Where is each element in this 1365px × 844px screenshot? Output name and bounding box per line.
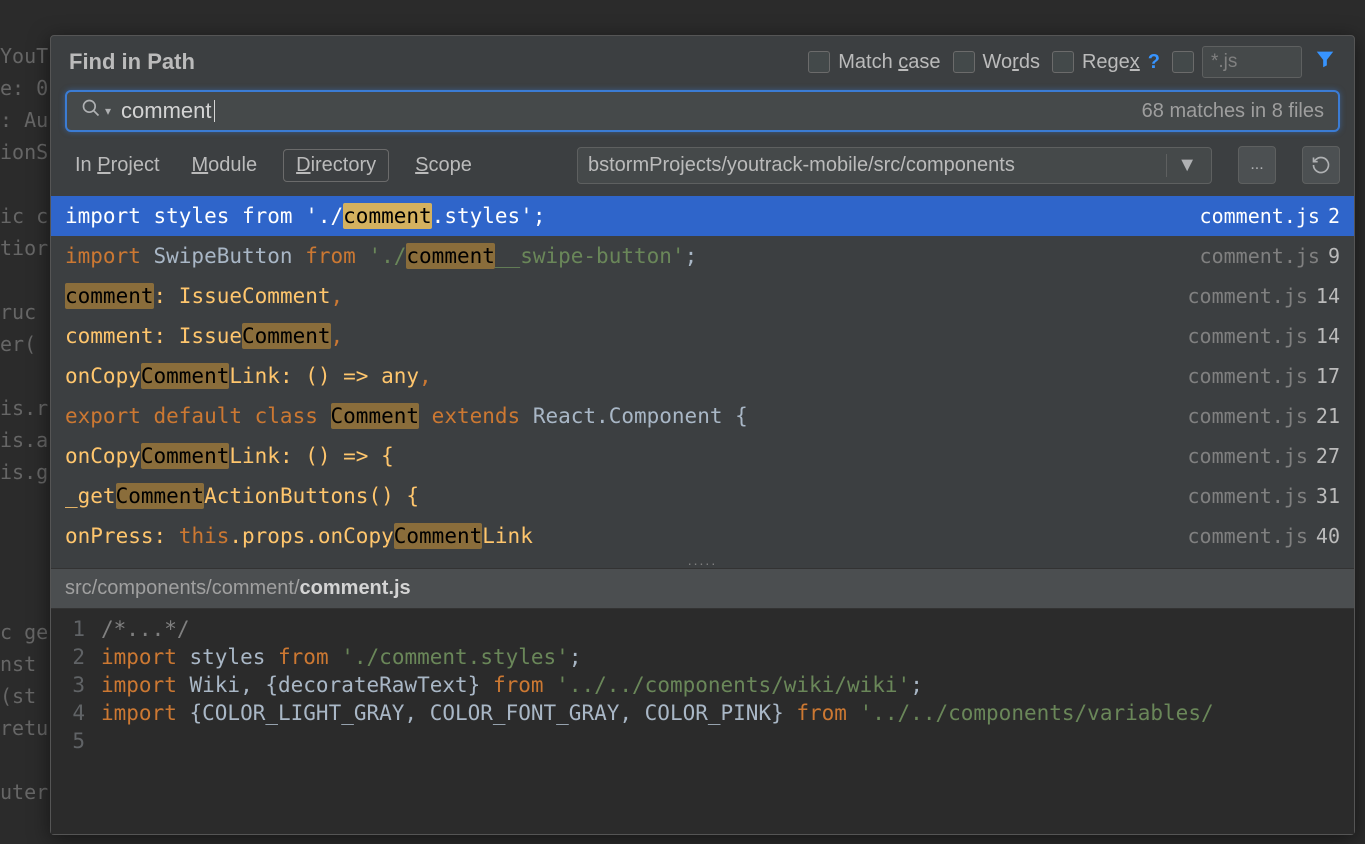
directory-path-text: bstormProjects/youtrack-mobile/src/compo… — [588, 154, 1158, 177]
result-file-location: comment.js21 — [1187, 404, 1340, 428]
regex-label: Regex — [1082, 51, 1140, 74]
regex-option[interactable]: Regex ? — [1052, 51, 1160, 74]
result-row[interactable]: export default class Comment extends Rea… — [51, 396, 1354, 436]
result-list[interactable]: import styles from './comment.styles';co… — [51, 196, 1354, 556]
result-row[interactable]: comment: IssueComment,comment.js14 — [51, 276, 1354, 316]
result-file-location: comment.js14 — [1187, 284, 1340, 308]
result-row[interactable]: onCopyCommentLink: () => any,comment.js1… — [51, 356, 1354, 396]
result-file-location: comment.js40 — [1187, 524, 1340, 548]
result-row[interactable]: onPress: this.props.onCopyCommentLinkcom… — [51, 516, 1354, 556]
editor-background: YouTe: 0: AuionS ic ctior rucer( is.ris.… — [0, 0, 50, 808]
preview-line: 5 — [51, 727, 1354, 755]
file-mask-option[interactable]: *.js — [1172, 46, 1302, 78]
result-row[interactable]: onCopyCommentLink: () => {comment.js27 — [51, 436, 1354, 476]
search-history-dropdown[interactable]: ▾ — [105, 104, 111, 118]
result-row[interactable]: import SwipeButton from './comment__swip… — [51, 236, 1354, 276]
result-file-location: comment.js27 — [1187, 444, 1340, 468]
preview-line: 1/*...*/ — [51, 615, 1354, 643]
search-input-text[interactable]: comment — [121, 98, 211, 124]
scope-tab-module[interactable]: Module — [186, 150, 264, 181]
search-box[interactable]: ▾ comment 68 matches in 8 files — [65, 90, 1340, 132]
search-icon — [81, 98, 101, 124]
words-label: Words — [983, 51, 1040, 74]
regex-checkbox[interactable] — [1052, 51, 1074, 73]
file-path-name: comment.js — [300, 577, 411, 599]
directory-path-input[interactable]: bstormProjects/youtrack-mobile/src/compo… — [577, 147, 1212, 184]
match-case-option[interactable]: Match case — [808, 51, 940, 74]
preview-line: 2import styles from './comment.styles'; — [51, 643, 1354, 671]
scope-tab-project[interactable]: In Project — [69, 150, 166, 181]
regex-help-icon[interactable]: ? — [1148, 51, 1160, 74]
line-number: 4 — [51, 701, 101, 725]
browse-button[interactable]: ... — [1238, 146, 1276, 184]
scope-tab-scope[interactable]: Scope — [409, 150, 478, 181]
line-number: 5 — [51, 729, 101, 753]
preview-line: 3import Wiki, {decorateRawText} from '..… — [51, 671, 1354, 699]
result-file-location: comment.js9 — [1200, 244, 1340, 268]
line-number: 1 — [51, 617, 101, 641]
result-file-location: comment.js14 — [1187, 324, 1340, 348]
words-option[interactable]: Words — [953, 51, 1040, 74]
result-row[interactable]: import styles from './comment.styles';co… — [51, 196, 1354, 236]
line-number: 3 — [51, 673, 101, 697]
words-checkbox[interactable] — [953, 51, 975, 73]
preview-line: 4import {COLOR_LIGHT_GRAY, COLOR_FONT_GR… — [51, 699, 1354, 727]
match-case-checkbox[interactable] — [808, 51, 830, 73]
match-count: 68 matches in 8 files — [1142, 100, 1324, 123]
text-caret — [214, 100, 215, 122]
path-dropdown-icon[interactable]: ▼ — [1166, 154, 1201, 177]
file-mask-checkbox[interactable] — [1172, 51, 1194, 73]
match-case-label: Match case — [838, 51, 940, 74]
file-mask-input[interactable]: *.js — [1202, 46, 1302, 78]
filter-icon[interactable] — [1314, 48, 1336, 76]
result-row[interactable]: _getCommentActionButtons() {comment.js31 — [51, 476, 1354, 516]
dialog-title: Find in Path — [69, 49, 195, 75]
result-row[interactable]: comment: IssueComment,comment.js14 — [51, 316, 1354, 356]
recursive-toggle[interactable] — [1302, 146, 1340, 184]
scope-row: In Project Module Directory Scope bstorm… — [51, 140, 1354, 196]
find-in-path-dialog: Find in Path Match case Words Regex ? *.… — [50, 35, 1355, 835]
scope-tab-directory[interactable]: Directory — [283, 149, 389, 182]
result-file-location: comment.js2 — [1200, 204, 1340, 228]
dialog-header: Find in Path Match case Words Regex ? *.… — [51, 36, 1354, 86]
line-number: 2 — [51, 645, 101, 669]
results-area: import styles from './comment.styles';co… — [51, 196, 1354, 834]
preview-pane[interactable]: 1/*...*/2import styles from './comment.s… — [51, 609, 1354, 834]
result-file-location: comment.js31 — [1187, 484, 1340, 508]
search-row: ▾ comment 68 matches in 8 files — [51, 86, 1354, 140]
file-path-bar: src/components/comment/comment.js — [51, 568, 1354, 609]
file-path-prefix: src/components/comment/ — [65, 577, 300, 599]
result-file-location: comment.js17 — [1187, 364, 1340, 388]
more-results-indicator: ..... — [51, 552, 1354, 568]
